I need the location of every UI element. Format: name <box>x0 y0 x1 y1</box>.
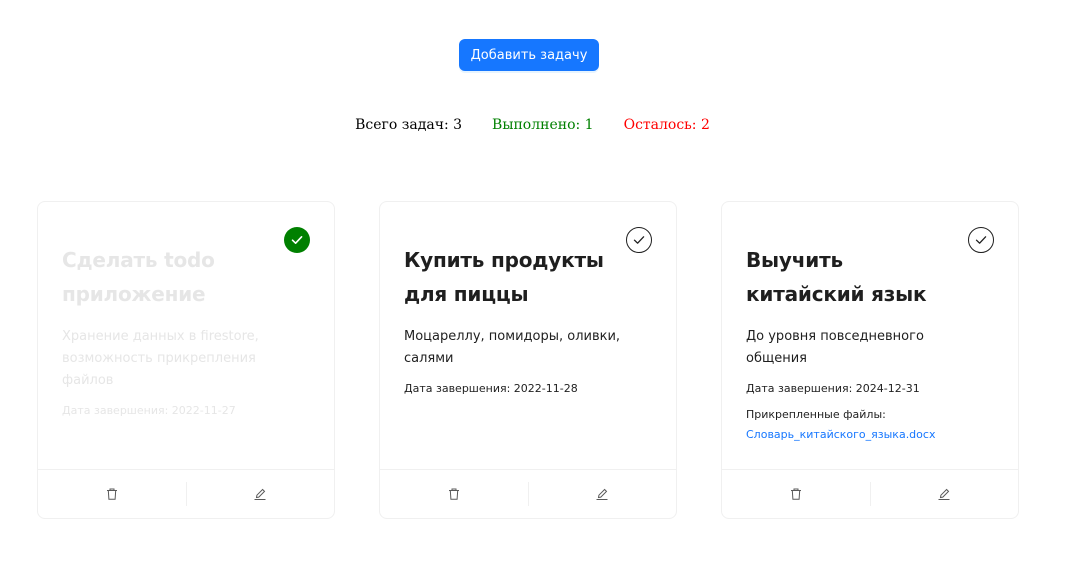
card-actions <box>722 469 1018 518</box>
add-task-button[interactable]: Добавить задачу <box>459 39 599 71</box>
attached-file-link[interactable]: Словарь_китайского_языка.docx <box>746 426 935 444</box>
task-description: Хранение данных в firestore, возможность… <box>62 329 259 388</box>
task-card: Сделать todo приложение Хранение данных … <box>37 201 335 519</box>
delete-icon <box>106 488 117 500</box>
task-title: Выучить китайский язык <box>746 248 927 306</box>
edit-icon <box>596 488 608 500</box>
task-card: Выучить китайский язык До уровня повседн… <box>721 201 1019 519</box>
task-title: Сделать todo приложение <box>62 248 215 306</box>
stats-done: Выполнено: 1 <box>492 117 594 133</box>
edit-icon <box>254 488 266 500</box>
delete-button[interactable] <box>38 482 186 506</box>
stats-total: Всего задач: 3 <box>355 117 463 133</box>
attached-files-label: Прикрепленные файлы: <box>746 408 886 421</box>
edit-icon <box>938 488 950 500</box>
edit-button[interactable] <box>869 482 1019 506</box>
card-actions <box>380 469 676 518</box>
check-circle-icon[interactable] <box>626 227 652 253</box>
stats-remaining: Осталось: 2 <box>623 117 710 133</box>
task-stats: Всего задач: 3 Выполнено: 1 Осталось: 2 <box>0 117 1065 133</box>
task-due-date: Дата завершения: 2024-12-31 <box>746 382 920 395</box>
card-actions <box>38 469 334 518</box>
delete-icon <box>790 488 801 500</box>
delete-button[interactable] <box>380 482 528 506</box>
task-due-date: Дата завершения: 2022-11-28 <box>404 382 578 395</box>
delete-icon <box>448 488 459 500</box>
task-description: До уровня повседневного общения <box>746 329 924 366</box>
delete-button[interactable] <box>722 482 870 506</box>
task-card: Купить продукты для пиццы Моцареллу, пом… <box>379 201 677 519</box>
task-title: Купить продукты для пиццы <box>404 248 604 306</box>
edit-button[interactable] <box>185 482 335 506</box>
edit-button[interactable] <box>527 482 677 506</box>
task-due-date: Дата завершения: 2022-11-27 <box>62 404 236 417</box>
task-description: Моцареллу, помидоры, оливки, салями <box>404 329 621 366</box>
check-circle-icon[interactable] <box>284 227 310 253</box>
check-circle-icon[interactable] <box>968 227 994 253</box>
